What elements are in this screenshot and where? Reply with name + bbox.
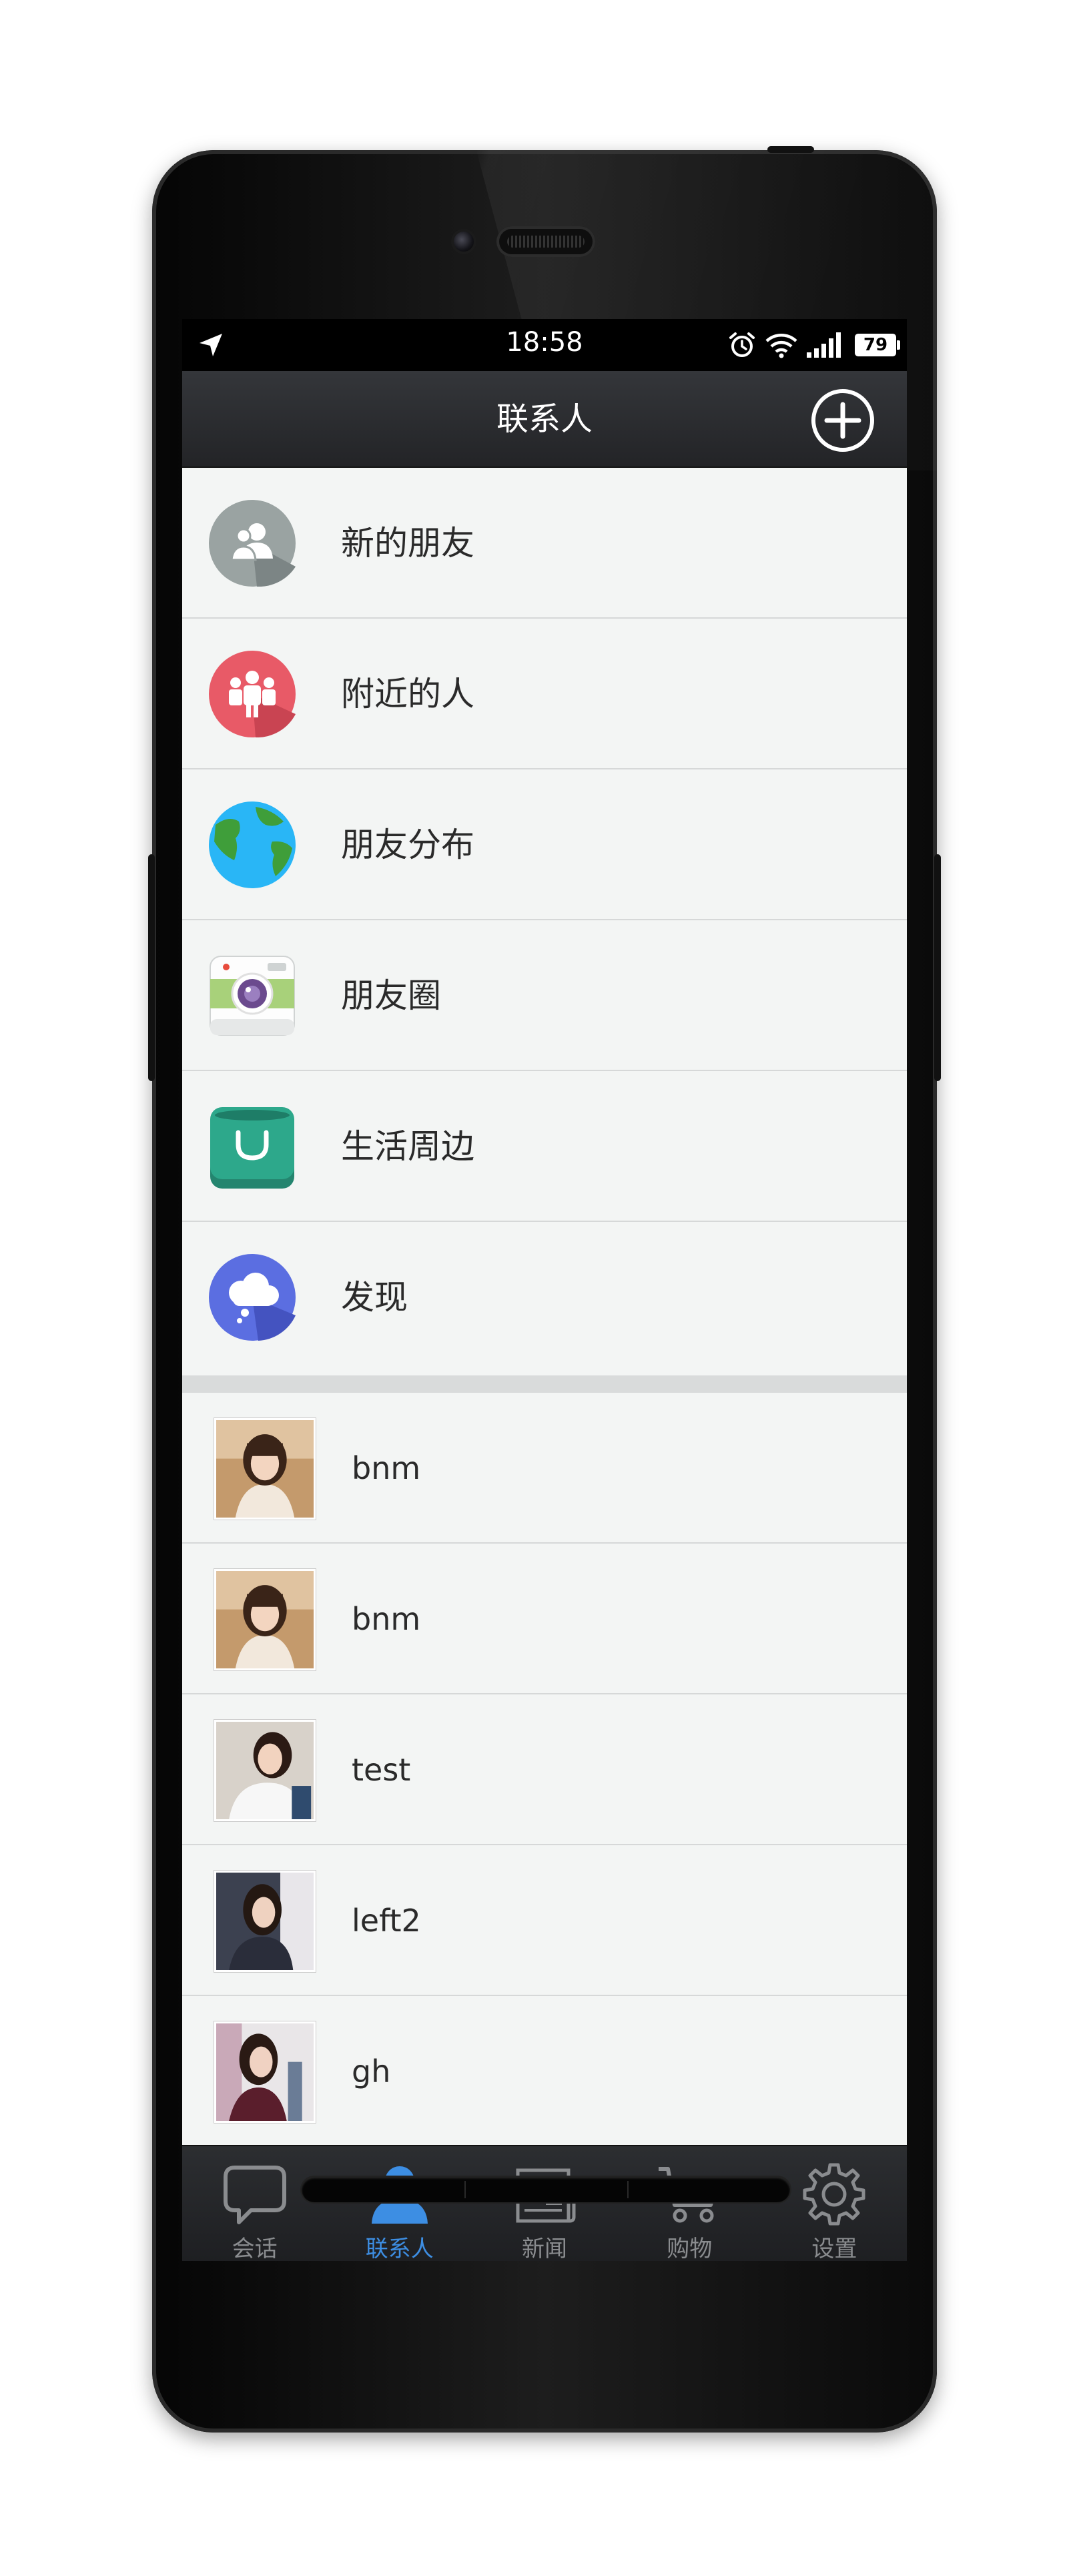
power-button [767, 146, 814, 153]
tab-shopping[interactable]: 购物 [617, 2146, 762, 2261]
menu-item-label: 生活周边 [341, 1127, 474, 1166]
gear-icon [803, 2163, 865, 2226]
shopping-bag-icon [210, 1107, 294, 1189]
signal-icon [807, 332, 841, 358]
status-bar: 18:58 79 [182, 319, 907, 371]
tab-news[interactable]: 新闻 [472, 2146, 617, 2261]
contact-row[interactable]: left2 [182, 1845, 907, 1996]
menu-item-nearby-people[interactable]: 附近的人 [182, 619, 907, 769]
cloud-icon [209, 1254, 296, 1341]
contact-name: bnm [352, 1601, 421, 1637]
tab-label: 设置 [811, 2236, 857, 2261]
menu-item-local-life[interactable]: 生活周边 [182, 1071, 907, 1222]
section-divider [182, 1375, 907, 1393]
contact-row[interactable]: bnm [182, 1393, 907, 1544]
contact-row[interactable]: test [182, 1694, 907, 1845]
tab-label: 会话 [232, 2236, 278, 2261]
contact-avatar [214, 1569, 316, 1670]
earpiece-speaker [496, 226, 595, 257]
front-camera [454, 232, 474, 252]
menu-item-moments[interactable]: 朋友圈 [182, 920, 907, 1071]
menu-item-discover[interactable]: 发现 [182, 1222, 907, 1375]
menu-item-label: 朋友分布 [341, 826, 474, 864]
contact-name: bnm [352, 1450, 421, 1486]
contacts-list: 新的朋友 附近的人 朋友分布 朋友圈 生活周边 发现 bnm bnm test … [182, 468, 907, 2147]
camera-icon [210, 956, 295, 1036]
contact-name: gh [352, 2053, 391, 2089]
contact-row[interactable]: gh [182, 1996, 907, 2147]
contact-avatar [214, 1720, 316, 1821]
contact-name: test [352, 1752, 411, 1788]
contact-row[interactable]: bnm [182, 1544, 907, 1694]
tab-contacts[interactable]: 联系人 [327, 2146, 472, 2261]
menu-item-friend-map[interactable]: 朋友分布 [182, 769, 907, 920]
contact-avatar [214, 1871, 316, 1972]
navigation-bar: 联系人 [182, 371, 907, 468]
menu-item-label: 朋友圈 [341, 976, 441, 1015]
new-friends-icon [209, 500, 296, 587]
alarm-icon [729, 332, 755, 357]
tab-chats[interactable]: 会话 [182, 2146, 327, 2261]
home-bar-divider [464, 2181, 466, 2198]
side-button [934, 854, 941, 1081]
tab-label: 联系人 [365, 2236, 434, 2261]
status-icons: 79 [728, 330, 900, 360]
home-button-bar[interactable] [302, 2177, 790, 2202]
home-bar-divider [627, 2181, 629, 2198]
wifi-icon [765, 334, 797, 358]
add-contact-button[interactable] [809, 387, 876, 454]
contact-name: left2 [352, 1903, 421, 1939]
bottom-tab-bar: 会话 联系人 新闻 购物 设置 [182, 2145, 907, 2261]
contact-avatar [214, 1418, 316, 1520]
globe-icon [209, 801, 296, 888]
phone-frame: 18:58 79 联系人 新的朋友 附近的人 朋友分布 朋友圈 生活周边 发现 … [152, 150, 937, 2433]
menu-item-label: 发现 [341, 1278, 408, 1317]
menu-item-label: 新的朋友 [341, 524, 474, 563]
battery-icon: 79 [855, 334, 900, 356]
page-title: 联系人 [496, 400, 593, 438]
tab-settings[interactable]: 设置 [762, 2146, 907, 2261]
menu-item-label: 附近的人 [341, 675, 474, 713]
tab-label: 新闻 [522, 2236, 567, 2261]
nearby-people-icon [209, 651, 296, 737]
menu-item-new-friends[interactable]: 新的朋友 [182, 468, 907, 619]
chat-bubble-icon [223, 2166, 286, 2224]
volume-button [148, 854, 155, 1081]
tab-label: 购物 [667, 2236, 713, 2261]
contact-avatar [214, 2021, 316, 2123]
app-screen: 18:58 79 联系人 新的朋友 附近的人 朋友分布 朋友圈 生活周边 发现 … [182, 319, 907, 2261]
